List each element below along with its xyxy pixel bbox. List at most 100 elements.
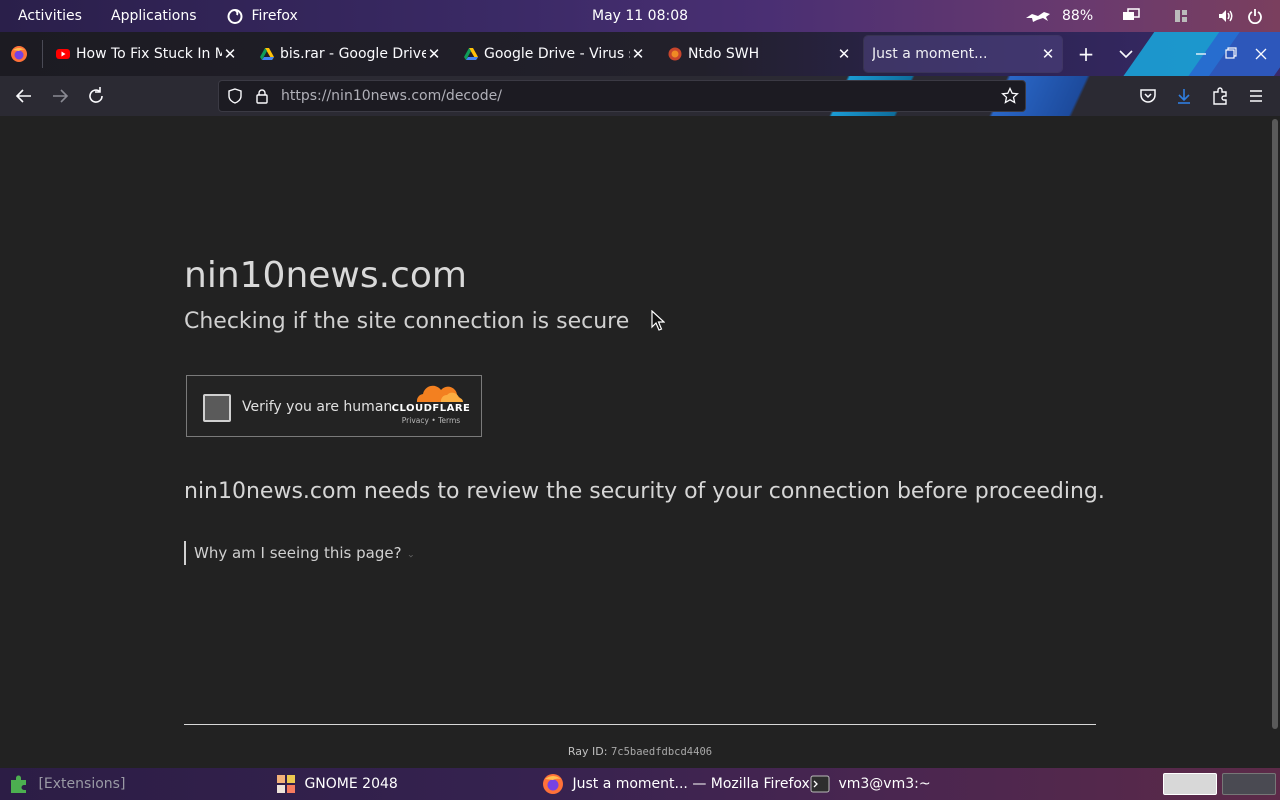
tab-title: How To Fix Stuck In M xyxy=(76,46,222,62)
chevron-down-icon xyxy=(1119,50,1133,59)
power-icon[interactable] xyxy=(1247,0,1263,32)
firefox-logo-icon xyxy=(543,774,563,794)
tab-title: Just a moment... xyxy=(872,46,988,62)
reload-icon xyxy=(89,87,103,103)
gnome-2048-icon xyxy=(277,775,295,793)
list-all-tabs-button[interactable] xyxy=(1116,42,1136,66)
taskbar-gnome-2048-label: GNOME 2048 xyxy=(304,776,398,792)
workspace-1[interactable] xyxy=(1163,773,1217,795)
close-window-button[interactable] xyxy=(1252,42,1270,66)
tab-bis-rar[interactable]: bis.rar - Google Drive ✕ xyxy=(252,36,448,72)
cloudflare-wordmark: CLOUDFLARE xyxy=(391,403,471,414)
tab-youtube[interactable]: How To Fix Stuck In M ✕ xyxy=(48,36,244,72)
arrow-left-icon xyxy=(15,89,31,103)
back-button[interactable] xyxy=(12,84,36,108)
taskbar-terminal-label: vm3@vm3:~ xyxy=(838,776,931,792)
url-bar[interactable]: https://nin10news.com/decode/ xyxy=(218,80,1026,112)
url-path: /decode/ xyxy=(441,88,502,104)
downloads-button[interactable] xyxy=(1172,84,1196,108)
ray-id-footer: Ray ID: 7c5baedfdbcd4406 xyxy=(0,745,1280,758)
runcat-icon xyxy=(1024,0,1052,32)
youtube-icon xyxy=(56,49,70,59)
page-title: nin10news.com xyxy=(184,255,467,296)
ray-id-label: Ray ID: xyxy=(567,745,608,758)
reload-button[interactable] xyxy=(84,84,108,108)
page-subtitle: Checking if the site connection is secur… xyxy=(184,309,630,334)
taskbar-terminal[interactable]: vm3@vm3:~ xyxy=(810,768,931,800)
ntdo-icon xyxy=(668,47,682,61)
tab-close-icon[interactable]: ✕ xyxy=(426,36,442,72)
tab-title: Ntdo SWH xyxy=(688,46,760,62)
activities-button[interactable]: Activities xyxy=(18,0,82,32)
battery-percent: 88% xyxy=(1062,8,1094,24)
pocket-button[interactable] xyxy=(1136,84,1160,108)
taskbar-firefox-window[interactable]: Just a moment... — Mozilla Firefox xyxy=(542,768,810,800)
lock-icon[interactable] xyxy=(255,88,269,104)
privacy-terms-links[interactable]: Privacy • Terms xyxy=(389,416,473,425)
security-review-message: nin10news.com needs to review the securi… xyxy=(184,479,1105,504)
firefox-view-button[interactable] xyxy=(10,45,28,67)
close-icon xyxy=(1255,48,1267,60)
puzzle-icon xyxy=(1213,87,1227,105)
tab-close-icon[interactable]: ✕ xyxy=(836,36,852,72)
app-menu-button[interactable] xyxy=(1244,84,1268,108)
taskbar-firefox-label: Just a moment... — Mozilla Firefox xyxy=(572,776,810,792)
verify-human-checkbox[interactable] xyxy=(203,394,231,422)
arrow-right-icon xyxy=(53,89,69,103)
tab-title: Google Drive - Virus sc xyxy=(484,46,630,62)
minimize-icon xyxy=(1196,53,1206,55)
firefox-logo-icon xyxy=(11,46,27,62)
volume-icon[interactable] xyxy=(1217,0,1235,32)
pocket-icon xyxy=(1140,89,1156,103)
tab-close-icon[interactable]: ✕ xyxy=(222,36,238,72)
tab-title: bis.rar - Google Drive xyxy=(280,46,426,62)
app-menu-firefox[interactable]: Firefox xyxy=(227,0,298,32)
tab-drive-virus[interactable]: Google Drive - Virus sc ✕ xyxy=(456,36,652,72)
restore-button[interactable] xyxy=(1222,42,1240,66)
tab-close-icon[interactable]: ✕ xyxy=(1040,36,1056,72)
why-seeing-page-toggle[interactable]: Why am I seeing this page? › xyxy=(184,541,416,565)
tab-close-icon[interactable]: ✕ xyxy=(630,36,646,72)
chevron-right-icon: › xyxy=(404,554,416,558)
gnome-top-bar: Activities Applications Firefox May 11 0… xyxy=(0,0,1280,32)
applications-menu[interactable]: Applications xyxy=(111,0,197,32)
restore-icon xyxy=(1225,47,1237,59)
why-seeing-page-label: Why am I seeing this page? xyxy=(194,544,402,562)
ray-id-value: 7c5baedfdbcd4406 xyxy=(610,746,713,758)
cloudflare-turnstile-widget: Verify you are human CLOUDFLARE Privacy … xyxy=(186,375,482,437)
tab-just-a-moment[interactable]: Just a moment... ✕ xyxy=(864,36,1062,72)
taskbar-extensions[interactable]: [Extensions] xyxy=(8,768,125,800)
forward-button[interactable] xyxy=(48,84,72,108)
minimize-button[interactable] xyxy=(1192,42,1210,66)
cloudflare-brand: CLOUDFLARE Privacy • Terms xyxy=(389,384,473,430)
tiling-icon[interactable] xyxy=(1173,0,1189,32)
extensions-button[interactable] xyxy=(1208,84,1232,108)
new-tab-button[interactable]: + xyxy=(1076,42,1096,66)
hamburger-menu-icon xyxy=(1250,90,1262,102)
tab-separator xyxy=(42,40,43,68)
navigation-toolbar: https://nin10news.com/decode/ xyxy=(0,76,1280,116)
tab-strip: How To Fix Stuck In M ✕ bis.rar - Google… xyxy=(0,32,1280,76)
google-drive-icon xyxy=(260,48,274,60)
taskbar-gnome-2048[interactable]: GNOME 2048 xyxy=(276,768,398,800)
page-content: nin10news.com Checking if the site conne… xyxy=(0,117,1280,768)
screens-icon[interactable] xyxy=(1122,0,1140,32)
page-scrollbar[interactable] xyxy=(1272,119,1278,729)
taskbar-extensions-label: [Extensions] xyxy=(38,776,126,792)
bottom-taskbar: [Extensions] GNOME 2048 Just a moment...… xyxy=(0,768,1280,800)
cloudflare-cloud-icon xyxy=(416,385,463,402)
bookmark-star-icon[interactable] xyxy=(1001,87,1019,105)
tab-ntdo-swh[interactable]: Ntdo SWH ✕ xyxy=(660,36,856,72)
tracking-protection-shield-icon[interactable] xyxy=(227,88,243,104)
terminal-icon xyxy=(810,775,830,793)
google-drive-icon xyxy=(464,48,478,60)
url-host: https://nin10news.com xyxy=(281,88,442,104)
app-menu-label: Firefox xyxy=(251,8,298,24)
footer-divider xyxy=(184,724,1096,725)
workspace-2[interactable] xyxy=(1222,773,1276,795)
puzzle-piece-icon xyxy=(11,775,26,793)
verify-human-label[interactable]: Verify you are human xyxy=(242,399,392,415)
clock[interactable]: May 11 08:08 xyxy=(592,0,688,32)
url-text: https://nin10news.com/decode/ xyxy=(281,81,502,111)
download-icon xyxy=(1178,89,1190,104)
